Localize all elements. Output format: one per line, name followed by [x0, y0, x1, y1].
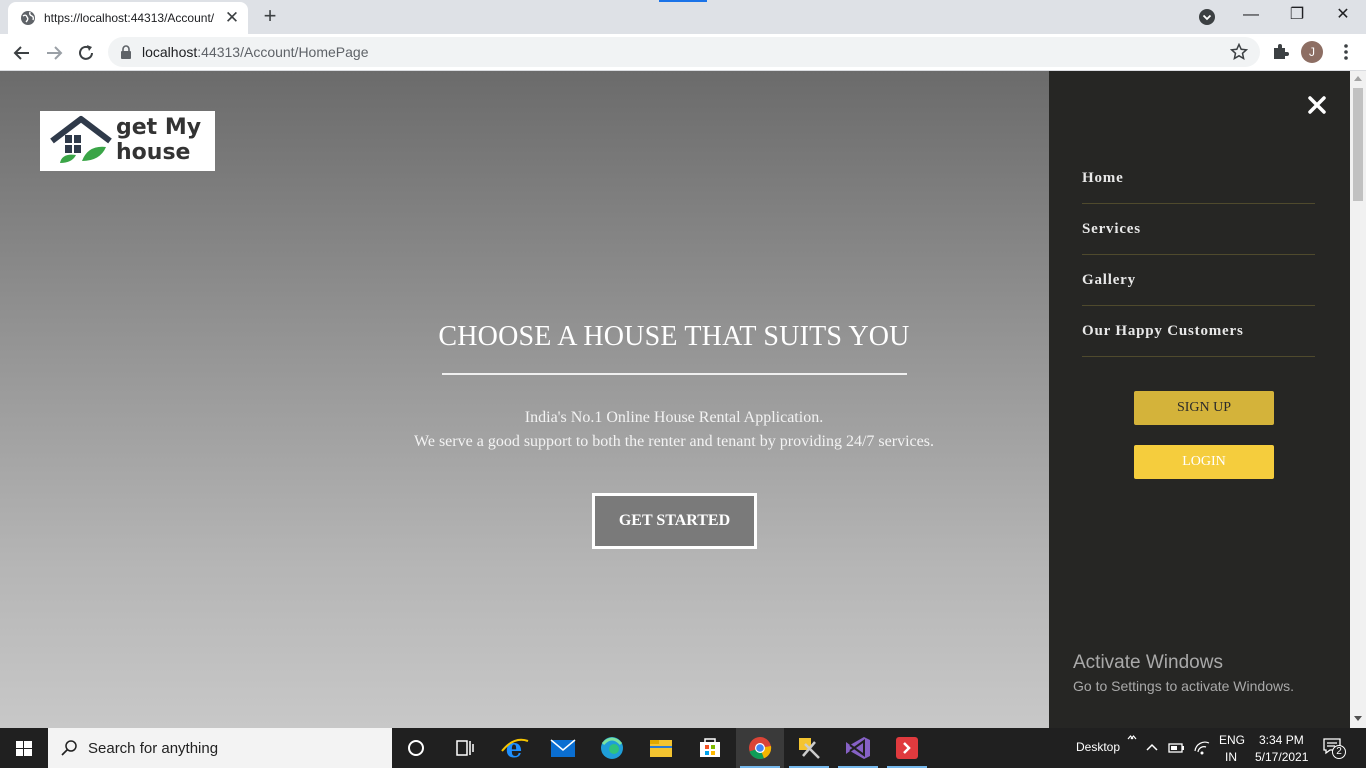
- hero-subtitle-line-2: We serve a good support to both the rent…: [414, 433, 934, 450]
- scrollbar-thumb[interactable]: [1353, 88, 1363, 201]
- tab-close-icon[interactable]: ✕: [222, 8, 242, 28]
- language-indicator-top[interactable]: ENG: [1219, 733, 1245, 747]
- clock-time[interactable]: 3:34 PM: [1259, 733, 1304, 747]
- get-started-button[interactable]: GET STARTED: [592, 493, 757, 549]
- visual-studio-icon: [846, 737, 870, 759]
- chevron-double-icon[interactable]: [1127, 733, 1137, 743]
- extensions-puzzle-icon[interactable]: [1270, 42, 1290, 62]
- windows-taskbar: Search for anything e Desktop ENG IN 3:3…: [0, 728, 1366, 768]
- battery-icon[interactable]: [1168, 740, 1186, 756]
- logo-line-1: get My: [116, 115, 202, 140]
- minimize-button[interactable]: —: [1228, 0, 1274, 32]
- store-icon[interactable]: [686, 728, 734, 768]
- hero-subtitle: India's No.1 Online House Rental Applica…: [300, 406, 1048, 454]
- task-view-icon[interactable]: [440, 728, 488, 768]
- search-icon: [61, 740, 77, 756]
- edge-icon[interactable]: [588, 728, 636, 768]
- activate-windows-watermark: Activate Windows Go to Settings to activ…: [1073, 651, 1343, 697]
- nav-link-home[interactable]: Home: [1082, 153, 1315, 204]
- desktop-toolbar-label[interactable]: Desktop: [1076, 740, 1120, 754]
- globe-icon: [21, 11, 35, 25]
- address-bar[interactable]: localhost:44313/Account/HomePage: [108, 37, 1260, 67]
- bookmark-star-icon[interactable]: [1230, 43, 1248, 61]
- nav-link-label: Services: [1082, 221, 1141, 237]
- scroll-down-arrow-icon[interactable]: [1354, 716, 1362, 721]
- login-button[interactable]: LOGIN: [1134, 445, 1274, 479]
- search-placeholder: Search for anything: [88, 740, 219, 757]
- site-logo[interactable]: get My house: [40, 111, 215, 171]
- more-menu-icon[interactable]: [1336, 42, 1356, 62]
- back-arrow-icon[interactable]: [9, 40, 35, 66]
- visual-studio-taskbar-button[interactable]: [834, 728, 882, 768]
- hero-divider: [442, 373, 907, 375]
- nav-link-label: Home: [1082, 170, 1124, 186]
- tab-search-icon[interactable]: [1198, 8, 1216, 26]
- clock-date[interactable]: 5/17/2021: [1255, 750, 1308, 764]
- sign-up-button[interactable]: SIGN UP: [1134, 391, 1274, 425]
- reload-icon[interactable]: [73, 40, 99, 66]
- url-path: :44313/Account/HomePage: [197, 44, 369, 60]
- restore-button[interactable]: ❐: [1274, 0, 1320, 32]
- close-window-button[interactable]: ✕: [1320, 0, 1366, 32]
- notification-count-badge: 2: [1332, 745, 1346, 759]
- windows-start-icon[interactable]: [0, 728, 48, 768]
- tab-title: https://localhost:44313/Account/: [44, 11, 215, 25]
- hero-section: get My house CHOOSE A HOUSE THAT SUITS Y…: [0, 71, 1049, 728]
- logo-line-2: house: [116, 140, 191, 165]
- tools-taskbar-button[interactable]: [785, 728, 833, 768]
- profile-avatar[interactable]: J: [1301, 41, 1323, 63]
- scroll-up-arrow-icon[interactable]: [1354, 76, 1362, 81]
- page-viewport: get My house CHOOSE A HOUSE THAT SUITS Y…: [0, 71, 1366, 728]
- house-logo-icon: [50, 116, 112, 163]
- nav-link-happy-customers[interactable]: Our Happy Customers: [1082, 306, 1315, 357]
- watermark-title: Activate Windows: [1073, 652, 1223, 673]
- mail-icon[interactable]: [539, 728, 587, 768]
- taskbar-search-input[interactable]: Search for anything: [48, 728, 392, 768]
- remote-app-taskbar-button[interactable]: [883, 728, 931, 768]
- cortana-icon[interactable]: [392, 728, 440, 768]
- browser-tab[interactable]: https://localhost:44313/Account/ ✕: [8, 2, 248, 34]
- nav-link-services[interactable]: Services: [1082, 204, 1315, 255]
- tools-icon: [799, 738, 820, 759]
- hero-subtitle-line-1: India's No.1 Online House Rental Applica…: [524, 409, 824, 426]
- nav-link-label: Our Happy Customers: [1082, 323, 1244, 339]
- chrome-taskbar-button[interactable]: [736, 728, 784, 768]
- new-tab-button[interactable]: +: [258, 5, 282, 29]
- browser-toolbar: localhost:44313/Account/HomePage J: [0, 34, 1366, 71]
- chevron-up-icon[interactable]: [1144, 740, 1160, 756]
- tab-drag-indicator: [659, 0, 707, 2]
- action-center-button[interactable]: 2: [1322, 737, 1348, 759]
- svg-text:e: e: [506, 734, 523, 764]
- tab-strip: https://localhost:44313/Account/ ✕ + — ❐…: [0, 0, 1366, 34]
- lock-icon[interactable]: [120, 45, 132, 59]
- watermark-subtitle: Go to Settings to activate Windows.: [1073, 678, 1294, 694]
- nav-link-label: Gallery: [1082, 272, 1136, 288]
- wifi-icon[interactable]: [1193, 739, 1211, 757]
- remote-app-icon: [896, 737, 918, 759]
- page-scrollbar[interactable]: [1350, 71, 1366, 728]
- url-host: localhost: [142, 44, 198, 60]
- forward-arrow-icon[interactable]: [41, 40, 67, 66]
- close-icon[interactable]: [1305, 93, 1329, 117]
- internet-explorer-icon[interactable]: e: [490, 728, 538, 768]
- hero-title: CHOOSE A HOUSE THAT SUITS YOU: [438, 321, 910, 352]
- url-text[interactable]: localhost:44313/Account/HomePage: [142, 44, 369, 60]
- nav-link-gallery[interactable]: Gallery: [1082, 255, 1315, 306]
- side-navigation: Home Services Gallery Our Happy Customer…: [1049, 71, 1350, 728]
- logo-text: get My house: [116, 115, 201, 165]
- file-explorer-icon[interactable]: [637, 728, 685, 768]
- language-indicator-bottom[interactable]: IN: [1225, 750, 1237, 764]
- chrome-icon: [749, 737, 772, 759]
